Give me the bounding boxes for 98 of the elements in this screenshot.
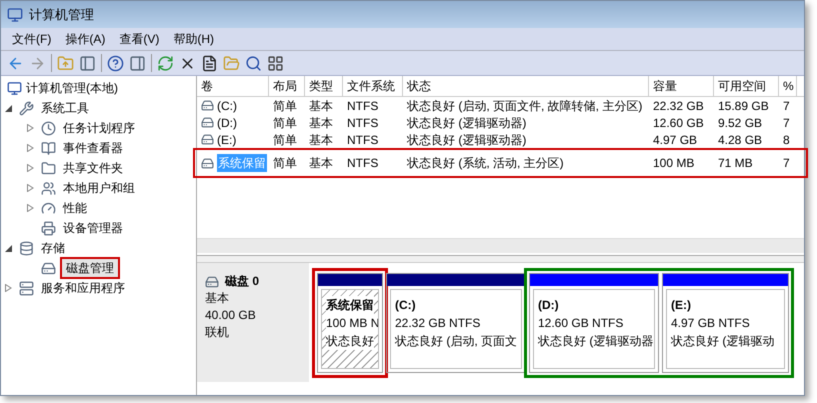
drive-icon bbox=[201, 156, 214, 170]
tree-item[interactable]: 事件查看器 bbox=[60, 139, 126, 157]
table-cell-text: 状态良好 (逻辑驱动器) bbox=[407, 132, 526, 148]
table-cell-text: 9.52 GB bbox=[718, 114, 762, 132]
table-cell-text: NTFS bbox=[347, 114, 378, 132]
column-header[interactable]: 类型 bbox=[305, 76, 343, 96]
expanded-arrow-icon[interactable] bbox=[5, 244, 15, 252]
tree-item[interactable]: 服务和应用程序 bbox=[38, 279, 128, 297]
table-cell-text: 22.32 GB bbox=[653, 98, 704, 114]
column-header[interactable]: % bbox=[779, 76, 797, 96]
help-icon[interactable] bbox=[107, 54, 124, 72]
node-icon bbox=[41, 260, 56, 276]
partition-size: 100 MB N bbox=[326, 314, 378, 332]
node-icon bbox=[41, 200, 56, 216]
column-header[interactable]: 卷 bbox=[197, 76, 269, 96]
table-cell-text: 7 bbox=[783, 114, 790, 132]
menu-item[interactable]: 文件(F) bbox=[5, 30, 58, 48]
table-cell[interactable]: (C:) bbox=[217, 96, 237, 114]
tree-item[interactable]: 共享文件夹 bbox=[60, 159, 126, 177]
table-cell-text: NTFS bbox=[347, 155, 378, 172]
menu-item[interactable]: 操作(A) bbox=[58, 30, 112, 48]
table-cell-text: 4.28 GB bbox=[718, 132, 762, 148]
tree-item[interactable]: 存储 bbox=[38, 239, 68, 257]
partition[interactable]: (C:) 22.32 GB NTFS 状态良好 (启动, 页面文 bbox=[386, 273, 526, 373]
window-title: 计算机管理 bbox=[29, 6, 94, 24]
table-cell-text: 状态良好 (启动, 页面文件, 故障转储, 主分区) bbox=[407, 98, 642, 114]
open-folder-icon[interactable] bbox=[223, 54, 240, 72]
tree-root[interactable]: 计算机管理(本地) bbox=[26, 79, 118, 97]
disk-name: 磁盘 0 bbox=[225, 273, 260, 290]
tool-icon bbox=[19, 240, 34, 256]
table-cell-text: 简单 bbox=[273, 98, 297, 114]
column-header[interactable]: 可用空间 bbox=[714, 76, 779, 96]
partition-name: 系统保留 bbox=[326, 296, 374, 314]
table-cell-text: 7 bbox=[783, 98, 790, 114]
table-cell-text: 基本 bbox=[309, 114, 333, 132]
expanded-arrow-icon[interactable] bbox=[5, 104, 15, 112]
tree-item[interactable]: 本地用户和组 bbox=[60, 179, 138, 197]
table-cell-text: 基本 bbox=[309, 155, 333, 172]
tree-item[interactable]: 设备管理器 bbox=[60, 219, 126, 237]
tree-item[interactable]: 磁盘管理 bbox=[60, 257, 120, 279]
table-cell-text: 简单 bbox=[273, 114, 297, 132]
tool-icon bbox=[19, 100, 34, 116]
table-cell-text: 8 bbox=[783, 132, 790, 148]
panel-icon[interactable] bbox=[129, 54, 146, 72]
table-cell-text: 4.97 GB bbox=[653, 132, 698, 148]
table-cell-text: 基本 bbox=[309, 132, 333, 148]
column-header[interactable]: 布局 bbox=[269, 76, 305, 96]
drive-icon bbox=[201, 99, 214, 112]
partition-status: 状态良好 (启动, 页面文 bbox=[395, 332, 517, 350]
panel-icon[interactable] bbox=[79, 54, 96, 72]
column-header[interactable]: 容量 bbox=[649, 76, 714, 96]
table-cell-text: 简单 bbox=[273, 132, 297, 148]
computer-icon bbox=[7, 6, 23, 22]
partition-status: 状态良好 bbox=[326, 332, 374, 350]
node-icon bbox=[41, 140, 56, 156]
table-cell-text: 71 MB bbox=[718, 155, 753, 172]
partition-status: 状态良好 (逻辑驱动 bbox=[671, 332, 774, 350]
disk-size: 40.00 GB bbox=[205, 307, 257, 324]
node-icon bbox=[41, 220, 56, 236]
horizontal-scrollbar[interactable] bbox=[197, 238, 804, 253]
computer-icon bbox=[7, 80, 22, 96]
table-cell-text: 状态良好 (逻辑驱动器) bbox=[407, 114, 526, 132]
partition[interactable]: 系统保留 100 MB N 状态良好 bbox=[317, 273, 383, 373]
partition[interactable]: (D:) 12.60 GB NTFS 状态良好 (逻辑驱动器 bbox=[529, 273, 659, 373]
tree-item[interactable]: 任务计划程序 bbox=[60, 119, 138, 137]
refresh-icon[interactable] bbox=[157, 54, 174, 72]
table-cell-text: 15.89 GB bbox=[718, 98, 769, 114]
tool-icon bbox=[19, 280, 34, 296]
disk-type: 基本 bbox=[205, 290, 230, 307]
partition-header-bar bbox=[318, 274, 382, 286]
table-cell-text: 基本 bbox=[309, 98, 333, 114]
table-cell-text: 12.60 GB bbox=[653, 114, 704, 132]
column-header[interactable]: 状态 bbox=[403, 76, 649, 96]
table-cell-text: NTFS bbox=[347, 98, 378, 114]
node-icon bbox=[41, 160, 56, 176]
table-cell-text: NTFS bbox=[347, 132, 378, 148]
drive-icon bbox=[201, 116, 214, 129]
disk-status: 联机 bbox=[205, 324, 230, 341]
properties-icon[interactable] bbox=[201, 54, 218, 72]
tree-item[interactable]: 系统工具 bbox=[38, 99, 92, 117]
table-cell-text: 状态良好 (系统, 活动, 主分区) bbox=[407, 155, 564, 172]
node-icon bbox=[41, 120, 56, 136]
grid-icon[interactable] bbox=[267, 54, 284, 72]
column-header[interactable]: 文件系统 bbox=[343, 76, 403, 96]
table-cell-text: 7 bbox=[783, 155, 790, 172]
drive-icon bbox=[201, 133, 214, 146]
table-cell-text: 100 MB bbox=[653, 155, 694, 172]
node-icon bbox=[41, 180, 56, 196]
table-cell-text: 简单 bbox=[273, 155, 297, 172]
folder-up-icon[interactable] bbox=[57, 54, 74, 72]
partition[interactable]: (E:) 4.97 GB NTFS 状态良好 (逻辑驱动 bbox=[662, 273, 789, 373]
menu-item[interactable]: 查看(V) bbox=[112, 30, 166, 48]
menu-item[interactable]: 帮助(H) bbox=[166, 30, 221, 48]
tree-item[interactable]: 性能 bbox=[60, 199, 90, 217]
partition-status: 状态良好 (逻辑驱动器 bbox=[538, 332, 654, 350]
table-cell[interactable]: (E:) bbox=[217, 130, 236, 148]
search-icon[interactable] bbox=[245, 54, 262, 72]
table-cell[interactable]: (D:) bbox=[217, 114, 237, 132]
